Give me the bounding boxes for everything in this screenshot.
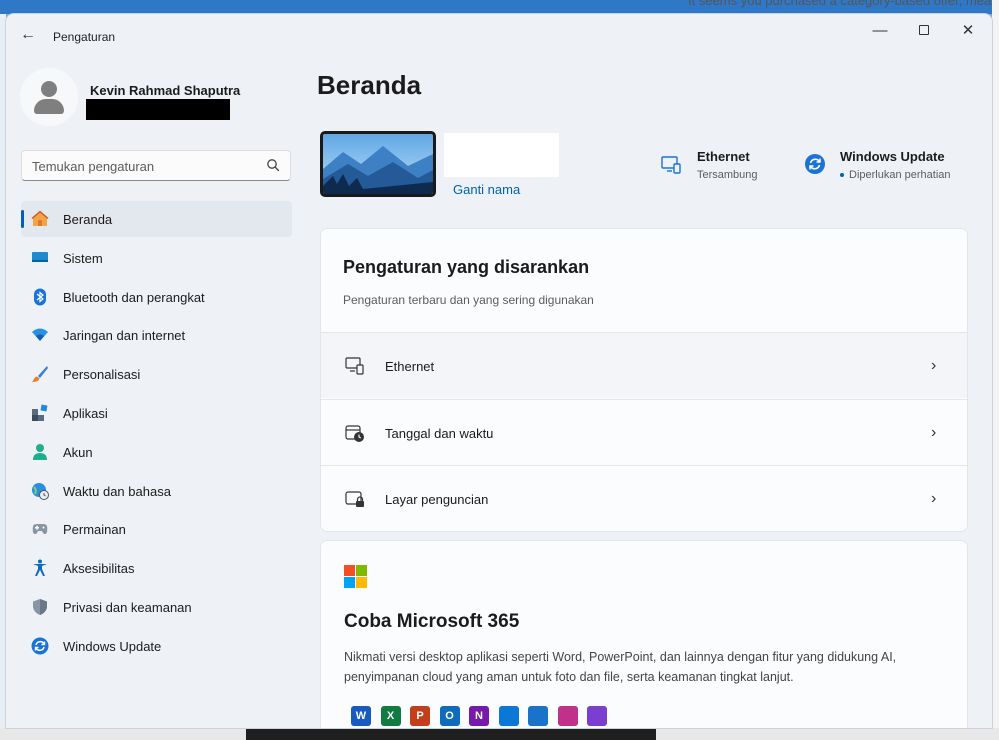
minimize-button[interactable]: — xyxy=(858,16,902,46)
sidebar-item-label: Jaringan dan internet xyxy=(63,328,186,344)
wallpaper-image xyxy=(323,134,433,194)
title-bar: ← Pengaturan — ✕ xyxy=(6,14,992,58)
back-button[interactable]: ← xyxy=(18,25,38,45)
background-window-text: It seems you purchased a category-based … xyxy=(688,0,992,8)
sidebar-item-akun[interactable]: Akun xyxy=(21,434,292,470)
chevron-right-icon: › xyxy=(931,424,937,441)
sidebar-item-personalisasi[interactable]: Personalisasi xyxy=(21,356,292,392)
device-wallpaper-thumbnail xyxy=(320,131,436,197)
accessibility-icon xyxy=(33,559,47,577)
sidebar-item-label: Privasi dan keamanan xyxy=(63,599,192,615)
ethernet-status-icon xyxy=(661,156,681,174)
microsoft-365-card: Coba Microsoft 365 Nikmati versi desktop… xyxy=(320,540,968,728)
suggested-settings-subtitle: Pengaturan terbaru dan yang sering digun… xyxy=(343,293,594,307)
sidebar-item-label: Personalisasi xyxy=(63,367,141,383)
copilot-icon xyxy=(557,706,578,726)
sidebar-item-waktu[interactable]: Waktu dan bahasa xyxy=(21,473,292,509)
rename-device-link[interactable]: Ganti nama xyxy=(453,182,520,197)
row-label: Ethernet xyxy=(385,359,435,374)
windows-update-subtitle-text: Diperlukan perhatian xyxy=(849,169,951,181)
close-button[interactable]: ✕ xyxy=(946,16,990,46)
microsoft-365-description: Nikmati versi desktop aplikasi seperti W… xyxy=(344,650,897,684)
settings-window: ← Pengaturan — ✕ Kevin Rahmad Shaputra T… xyxy=(6,14,992,728)
update-icon xyxy=(31,637,49,655)
suggested-settings-card: Pengaturan yang disarankan Pengaturan te… xyxy=(320,228,968,532)
chevron-right-icon: › xyxy=(931,490,937,507)
sidebar-item-label: Beranda xyxy=(63,212,113,227)
sidebar-item-label: Aksesibilitas xyxy=(63,561,135,577)
sidebar-item-jaringan[interactable]: Jaringan dan internet xyxy=(21,317,292,353)
app-title: Pengaturan xyxy=(53,30,116,44)
sidebar-nav: Beranda Sistem Bluetooth dan perangkat J… xyxy=(21,201,292,667)
lock-screen-icon xyxy=(345,491,364,507)
maximize-button[interactable] xyxy=(902,16,946,46)
suggested-row-ethernet[interactable]: Ethernet › xyxy=(321,332,967,398)
clipchamp-icon xyxy=(587,706,607,726)
bluetooth-icon xyxy=(34,288,46,306)
avatar-head-icon xyxy=(41,81,57,97)
display-icon xyxy=(32,251,48,262)
sidebar-item-label: Permainan xyxy=(63,522,126,538)
device-name-redacted xyxy=(444,133,559,177)
sidebar-item-sistem[interactable]: Sistem xyxy=(21,240,292,276)
account-icon xyxy=(33,443,47,460)
maximize-icon xyxy=(919,25,929,35)
sidebar-item-label: Sistem xyxy=(63,250,103,266)
microsoft-365-title: Coba Microsoft 365 xyxy=(344,611,520,632)
suggested-row-date-time[interactable]: Tanggal dan waktu › xyxy=(321,399,967,465)
outlook-icon: O xyxy=(439,706,460,726)
windows-update-status-subtitle: Diperlukan perhatian xyxy=(840,169,951,181)
suggested-row-lock-screen[interactable]: Layar penguncian › xyxy=(321,465,967,531)
microsoft-logo-icon xyxy=(344,565,367,588)
sidebar-item-bluetooth[interactable]: Bluetooth dan perangkat xyxy=(21,279,292,315)
search-input[interactable]: Temukan pengaturan xyxy=(21,150,291,181)
attention-dot-icon xyxy=(840,173,844,178)
avatar-body-icon xyxy=(34,99,64,114)
sidebar-item-label: Bluetooth dan perangkat xyxy=(63,289,205,305)
gamepad-icon xyxy=(32,524,48,535)
sidebar-item-aksesibilitas[interactable]: Aksesibilitas xyxy=(21,550,292,586)
calendar-clock-icon xyxy=(345,425,364,442)
avatar[interactable] xyxy=(20,68,78,126)
user-name: Kevin Rahmad Shaputra xyxy=(90,83,241,98)
defender-icon xyxy=(528,706,548,726)
search-icon xyxy=(267,159,280,172)
ethernet-icon xyxy=(345,357,364,375)
sidebar-item-permainan[interactable]: Permainan xyxy=(21,511,292,547)
ethernet-status-title[interactable]: Ethernet xyxy=(697,149,750,164)
apps-icon xyxy=(32,404,48,421)
sidebar-item-label: Waktu dan bahasa xyxy=(63,483,171,499)
windows-update-status-icon xyxy=(805,154,825,174)
ethernet-status-subtitle: Tersambung xyxy=(697,169,758,181)
windows-update-status-title[interactable]: Windows Update xyxy=(840,149,945,164)
background-window-edge xyxy=(992,0,999,740)
excel-icon: X xyxy=(380,706,401,726)
brush-icon xyxy=(32,366,48,383)
sidebar-item-windows-update[interactable]: Windows Update xyxy=(21,628,292,664)
row-label: Tanggal dan waktu xyxy=(385,426,494,441)
globe-clock-icon xyxy=(32,482,49,500)
taskbar-dark-region xyxy=(246,728,656,740)
shield-icon xyxy=(33,598,47,615)
onenote-icon: N xyxy=(469,706,489,726)
page-title: Beranda xyxy=(317,70,422,100)
sidebar-item-label: Windows Update xyxy=(63,638,162,654)
sidebar-item-label: Akun xyxy=(63,444,93,460)
powerpoint-icon: P xyxy=(410,706,430,726)
chevron-right-icon: › xyxy=(931,357,937,374)
user-email-redacted xyxy=(86,99,230,120)
wifi-icon xyxy=(32,328,48,342)
home-icon xyxy=(31,210,49,226)
row-label: Layar penguncian xyxy=(385,492,489,507)
suggested-settings-title: Pengaturan yang disarankan xyxy=(343,257,590,277)
sidebar-item-label: Aplikasi xyxy=(63,405,108,421)
word-icon: W xyxy=(351,706,371,726)
sidebar-item-aplikasi[interactable]: Aplikasi xyxy=(21,395,292,431)
sidebar-item-privasi[interactable]: Privasi dan keamanan xyxy=(21,589,292,625)
sidebar-item-beranda[interactable]: Beranda xyxy=(21,201,292,237)
onedrive-icon xyxy=(498,706,519,726)
search-placeholder: Temukan pengaturan xyxy=(32,159,155,174)
